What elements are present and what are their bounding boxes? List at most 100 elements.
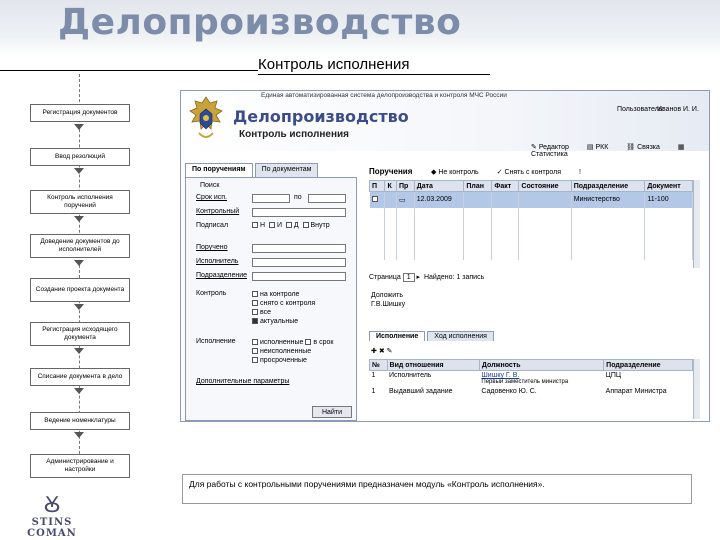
app-subtitle: Контроль исполнения bbox=[239, 129, 349, 140]
extra-params-link[interactable]: Дополнительные параметры bbox=[196, 378, 289, 385]
slide-subtitle: Контроль исполнения bbox=[258, 56, 490, 75]
detail-header-row: № Вид отношения Должность Подразделение bbox=[369, 359, 693, 371]
col-state[interactable]: Состояние bbox=[518, 180, 572, 192]
exec-option-not-done[interactable]: неисполненные bbox=[252, 347, 333, 356]
date-to-input[interactable] bbox=[308, 194, 346, 203]
company-logo: Ꙋ STINS COMAN bbox=[12, 493, 92, 540]
flow-arrow-icon bbox=[74, 216, 84, 222]
sign-row: Подписал bbox=[196, 222, 252, 229]
mode-tabs: По поручениям По документам bbox=[185, 163, 320, 177]
row-select-checkbox[interactable] bbox=[371, 196, 378, 203]
app-window: Единая автоматизированная система делопр… bbox=[180, 90, 710, 422]
ordered-row: Поручено bbox=[196, 244, 252, 251]
found-count: Найдено: 1 запись bbox=[423, 274, 485, 281]
col-doc[interactable]: Документ bbox=[644, 180, 693, 192]
check-n[interactable] bbox=[252, 222, 258, 229]
executor-input[interactable] bbox=[252, 258, 346, 267]
flow-arrow-icon bbox=[74, 260, 84, 266]
check-i[interactable] bbox=[268, 222, 275, 229]
control-option-actual[interactable]: актуальные bbox=[252, 317, 315, 326]
tab-by-orders[interactable]: По поручениям bbox=[185, 163, 253, 177]
tab-execution[interactable]: Исполнение bbox=[369, 331, 426, 341]
remove-icon[interactable]: ✖ bbox=[379, 348, 385, 355]
control-option-on[interactable]: на контроле bbox=[252, 290, 315, 299]
exec-label: Исполнение bbox=[196, 338, 236, 345]
toolbar-rkk-button[interactable]: ▤ РКК bbox=[587, 144, 616, 151]
col-p[interactable]: П bbox=[368, 180, 386, 192]
add-icon[interactable]: ✚ bbox=[371, 348, 377, 355]
tab-by-documents[interactable]: По документам bbox=[254, 163, 319, 177]
logo-text: STINS COMAN bbox=[27, 517, 77, 539]
detail-scrollbar[interactable] bbox=[693, 359, 700, 419]
col-unit[interactable]: Подразделение bbox=[570, 180, 646, 192]
check-row: Контрольный bbox=[196, 208, 252, 215]
pager: Страница 1 ▸ Найдено: 1 запись bbox=[369, 273, 485, 282]
user-name: Иванов И. И. bbox=[657, 106, 699, 113]
orders-scrollbar[interactable] bbox=[693, 180, 700, 268]
control-option-all[interactable]: все bbox=[252, 308, 315, 317]
flow-step-draft: Создание проекта документа bbox=[30, 278, 130, 302]
app-toolbar: ✎ Редактор ▤ РКК ⛓ Связка ▦ Статистика bbox=[531, 143, 709, 158]
system-name: Единая автоматизированная система делопр… bbox=[261, 92, 507, 99]
exec-option-overdue[interactable]: просроченные bbox=[252, 356, 333, 365]
flow-arrow-icon bbox=[74, 432, 84, 438]
col-detail-unit[interactable]: Подразделение bbox=[603, 359, 693, 371]
col-fact[interactable]: Факт bbox=[491, 180, 520, 192]
tab-progress[interactable]: Ход исполнения bbox=[427, 331, 494, 341]
col-position[interactable]: Должность bbox=[478, 359, 605, 371]
toolbar-editor-button[interactable]: ✎ Редактор bbox=[531, 144, 577, 151]
toolbar-link-button[interactable]: ⛓ Связка bbox=[626, 144, 668, 151]
date-from-input[interactable] bbox=[252, 194, 290, 203]
edit-icon[interactable]: ✎ bbox=[387, 348, 393, 355]
row-doc: 11-100 bbox=[644, 191, 693, 208]
check-d[interactable] bbox=[285, 222, 292, 229]
ordered-label: Поручено bbox=[196, 244, 228, 251]
table-row[interactable]: ▭ 12.03.2009 Министерство 11-100 bbox=[369, 191, 693, 208]
search-panel: Поиск Срок исп. по Контрольный Н И Д Вну… bbox=[185, 177, 357, 421]
person-link[interactable]: Шишку Г. В. bbox=[481, 372, 601, 379]
col-kind[interactable]: Вид отношения bbox=[386, 359, 480, 371]
sign-label: Подписал bbox=[196, 222, 229, 229]
unit-input[interactable] bbox=[252, 272, 346, 281]
flow-arrow-icon bbox=[74, 124, 84, 130]
flow-arrow-icon bbox=[74, 388, 84, 394]
flow-step-nomenclature: Ведение номенклатуры bbox=[30, 412, 130, 430]
find-button[interactable]: Найти bbox=[312, 406, 352, 418]
flow-arrow-icon bbox=[74, 304, 84, 310]
logo-mark-icon: Ꙋ bbox=[43, 493, 61, 518]
executor-label: Исполнитель bbox=[196, 258, 239, 265]
date-separator: по bbox=[294, 194, 302, 201]
control-option-off[interactable]: снято с контроля bbox=[252, 299, 315, 308]
put-on-control-button[interactable]: ◆ Не контроль bbox=[431, 169, 487, 176]
table-row[interactable]: 1 Выдавший задание Садовенко Ю. С. Аппар… bbox=[370, 387, 693, 403]
emblem-icon bbox=[189, 96, 223, 138]
check-input[interactable] bbox=[252, 208, 346, 217]
priority-icon[interactable]: ! bbox=[579, 169, 581, 176]
flow-step-outgoing: Регистрация исходящего документа bbox=[30, 322, 130, 346]
orders-table: П К Пр Дата План Факт Состояние Подразде… bbox=[368, 180, 693, 260]
flow-step-admin: Администрирование и настройки bbox=[30, 454, 130, 478]
col-k[interactable]: К bbox=[384, 180, 397, 192]
unit-label: Подразделение bbox=[196, 272, 248, 279]
col-pr[interactable]: Пр bbox=[395, 180, 415, 192]
col-plan[interactable]: План bbox=[463, 180, 493, 192]
pager-next-icon[interactable]: ▸ bbox=[417, 274, 421, 281]
exec-option-done[interactable]: исполненные в срок bbox=[252, 338, 333, 347]
check-internal[interactable] bbox=[302, 222, 309, 229]
orders-title: Поручения bbox=[369, 167, 413, 176]
flow-step-registration: Регистрация документов bbox=[30, 104, 130, 122]
col-date[interactable]: Дата bbox=[413, 180, 465, 192]
caption-text: Для работы с контрольными поручениями пр… bbox=[182, 474, 692, 504]
flow-step-delivery: Доведение документов до исполнителей bbox=[30, 234, 130, 258]
unit-row: Подразделение bbox=[196, 272, 252, 279]
control-options: на контроле снято с контроля все актуаль… bbox=[252, 290, 315, 326]
ordered-input[interactable] bbox=[252, 244, 346, 253]
table-row[interactable]: 1 Исполнитель Шишку Г. В. Первый замести… bbox=[370, 371, 693, 387]
col-n[interactable]: № bbox=[369, 359, 388, 371]
remove-from-control-button[interactable]: ✓ Снять с контроля bbox=[497, 169, 569, 176]
title-divider bbox=[0, 70, 258, 71]
page-select[interactable]: 1 bbox=[402, 273, 415, 282]
doc-type-checks: Н И Д Внутр bbox=[252, 222, 330, 229]
control-row: Контроль bbox=[196, 290, 252, 297]
executor-row: Исполнитель bbox=[196, 258, 252, 265]
